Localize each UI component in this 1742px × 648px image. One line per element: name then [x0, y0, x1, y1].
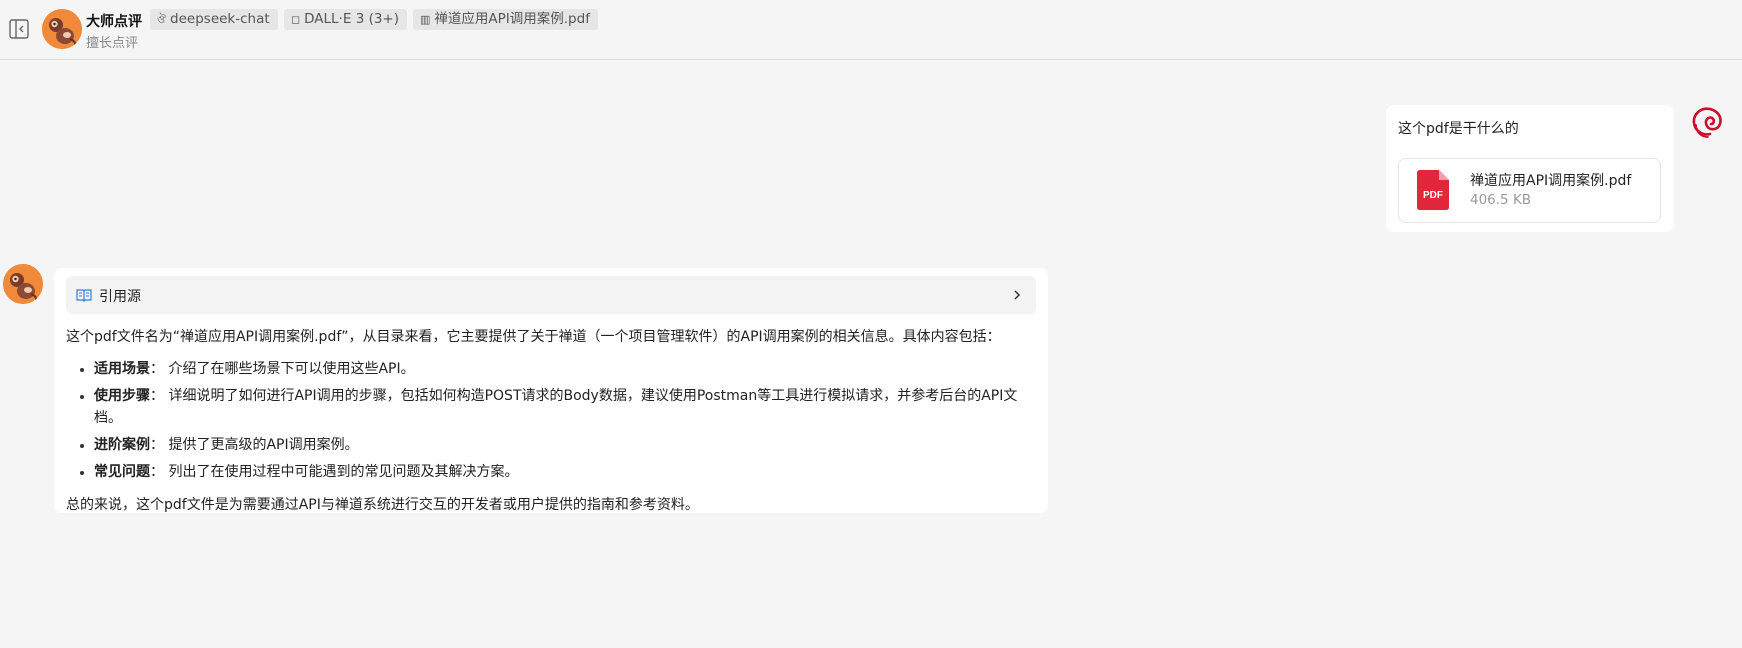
svg-text:PDF: PDF — [1423, 190, 1443, 201]
model-icon: ঔ — [157, 13, 167, 26]
list-item: 进阶案例： 提供了更高级的API调用案例。 — [94, 434, 1036, 456]
list-item-text: 提供了更高级的API调用案例。 — [168, 437, 359, 453]
list-item-separator: ： — [150, 437, 164, 453]
user-message-text: 这个pdf是干什么的 — [1398, 121, 1519, 137]
list-item-text: 介绍了在哪些场景下可以使用这些API。 — [168, 361, 415, 377]
monkey-icon — [42, 9, 82, 49]
list-item-separator: ： — [150, 361, 164, 377]
sidebar-collapse-icon[interactable] — [8, 18, 30, 40]
assistant-message-bubble: 引用源 这个pdf文件名为“禅道应用API调用案例.pdf”，从目录来看，它主要… — [54, 268, 1048, 513]
file-tag-label: 禅道应用API调用案例.pdf — [434, 11, 590, 27]
pdf-file-icon: PDF — [1417, 170, 1449, 210]
answer-list: 适用场景： 介绍了在哪些场景下可以使用这些API。 使用步骤： 详细说明了如何进… — [66, 358, 1036, 483]
book-icon — [76, 289, 92, 302]
list-item: 适用场景： 介绍了在哪些场景下可以使用这些API。 — [94, 358, 1036, 380]
user-message-row: 这个pdf是干什么的 PDF 禅道应用API调用案例.pdf 406.5 KB — [0, 105, 1742, 235]
plugin-tag-label: DALL·E 3 (3+) — [304, 11, 400, 27]
assistant-answer: 这个pdf文件名为“禅道应用API调用案例.pdf”，从目录来看，它主要提供了关… — [66, 326, 1036, 516]
file-tag[interactable]: ▥ 禅道应用API调用案例.pdf — [413, 9, 598, 30]
list-item-title: 使用步骤 — [94, 388, 150, 404]
answer-intro: 这个pdf文件名为“禅道应用API调用案例.pdf”，从目录来看，它主要提供了关… — [66, 329, 1001, 345]
attached-file-name: 禅道应用API调用案例.pdf — [1470, 173, 1632, 189]
list-item-title: 进阶案例 — [94, 437, 150, 453]
list-item-title: 适用场景 — [94, 361, 150, 377]
list-item: 使用步骤： 详细说明了如何进行API调用的步骤，包括如何构造POST请求的Bod… — [94, 385, 1036, 429]
agent-avatar[interactable] — [42, 9, 82, 49]
list-item-title: 常见问题 — [94, 464, 150, 480]
chevron-right-icon — [1014, 290, 1021, 300]
file-icon: ▥ — [420, 13, 431, 26]
user-message-bubble: 这个pdf是干什么的 PDF 禅道应用API调用案例.pdf 406.5 KB — [1386, 105, 1674, 232]
attached-file-size: 406.5 KB — [1470, 192, 1532, 208]
chat-header: 大师点评 擅长点评 ঔ deepseek-chat ◻ DALL·E 3 (3+) … — [0, 0, 1742, 60]
model-tag[interactable]: ঔ deepseek-chat — [150, 9, 278, 30]
plugin-icon: ◻ — [291, 13, 301, 26]
attached-file-card[interactable]: PDF 禅道应用API调用案例.pdf 406.5 KB — [1398, 158, 1661, 223]
agent-name: 大师点评 — [86, 14, 142, 30]
list-item-separator: ： — [150, 388, 164, 404]
citation-source-toggle[interactable]: 引用源 — [66, 276, 1036, 314]
agent-subtitle: 擅长点评 — [86, 36, 139, 51]
debian-swirl-icon[interactable] — [1690, 105, 1724, 139]
list-item-text: 详细说明了如何进行API调用的步骤，包括如何构造POST请求的Body数据，建议… — [94, 388, 1018, 426]
plugin-tag[interactable]: ◻ DALL·E 3 (3+) — [284, 9, 408, 30]
list-item-text: 列出了在使用过程中可能遇到的常见问题及其解决方案。 — [168, 464, 519, 480]
monkey-icon — [3, 264, 43, 304]
citation-label: 引用源 — [99, 289, 141, 305]
assistant-avatar[interactable] — [3, 264, 43, 304]
answer-conclusion: 总的来说，这个pdf文件是为需要通过API与禅道系统进行交互的开发者或用户提供的… — [66, 497, 699, 513]
list-item-separator: ： — [150, 464, 164, 480]
model-tag-label: deepseek-chat — [170, 11, 270, 27]
list-item: 常见问题： 列出了在使用过程中可能遇到的常见问题及其解决方案。 — [94, 461, 1036, 483]
